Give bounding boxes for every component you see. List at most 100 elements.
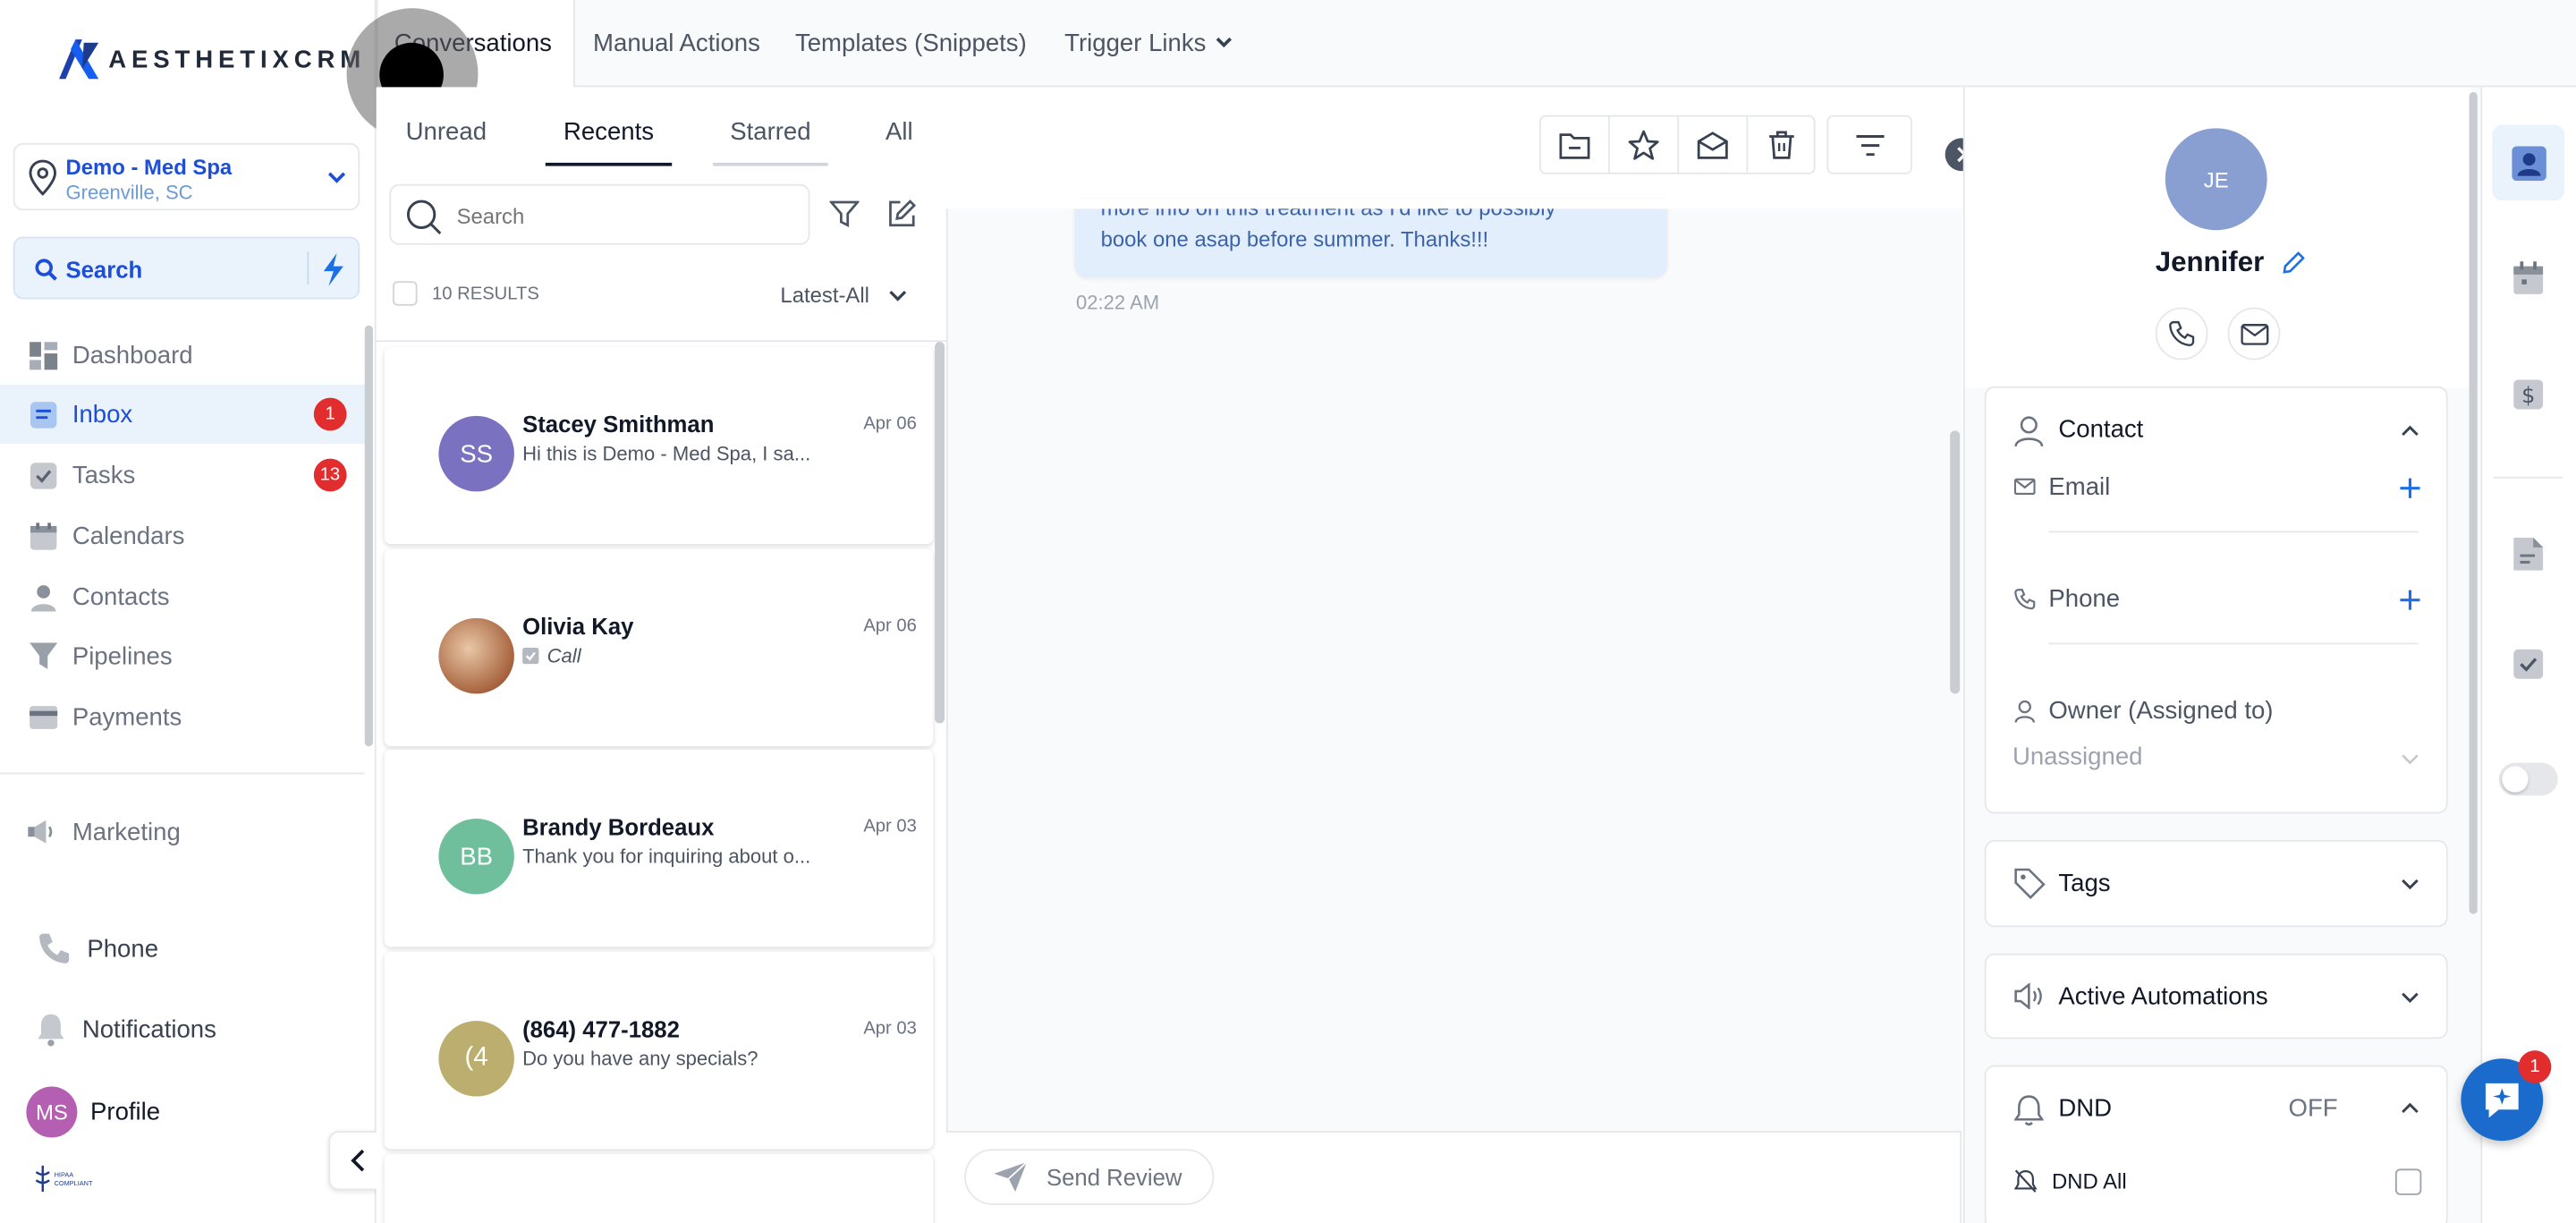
sidebar-item-payments[interactable]: Payments — [0, 687, 365, 746]
filter-options-button[interactable] — [1826, 115, 1912, 174]
search-icon — [406, 200, 442, 234]
sidebar-item-contacts[interactable]: Contacts — [0, 567, 365, 626]
user-card-icon — [2511, 145, 2546, 181]
email-field-underline[interactable] — [2048, 531, 2419, 533]
call-button[interactable] — [2155, 307, 2208, 361]
conversation-search[interactable] — [389, 183, 810, 245]
sidebar-item-label: Calendars — [72, 522, 185, 550]
message-date: Apr 06 — [863, 616, 917, 637]
sidebar-item-marketing[interactable]: Marketing — [0, 803, 365, 862]
tab-manual-actions[interactable]: Manual Actions — [593, 0, 760, 86]
chevron-up-icon[interactable] — [2400, 1101, 2419, 1115]
chevron-down-icon — [2402, 992, 2419, 1004]
tab-label: Templates (Snippets) — [794, 29, 1027, 57]
filter-icon[interactable] — [829, 199, 860, 228]
brand-logo[interactable]: AESTHETIXCRM — [55, 36, 366, 81]
divider — [376, 340, 946, 343]
sidebar-item-pipelines[interactable]: Pipelines — [0, 626, 365, 685]
search-input[interactable] — [456, 199, 785, 233]
sort-dropdown[interactable]: Latest-All — [780, 283, 907, 308]
call-icon — [522, 647, 539, 665]
message-preview: Thank you for inquiring about o... — [522, 845, 811, 869]
filter-recents[interactable]: Recents — [545, 118, 673, 166]
profile-nav[interactable]: MS Profile — [26, 1086, 160, 1138]
move-to-folder-button[interactable] — [1541, 116, 1610, 173]
appointments-tab[interactable] — [2492, 242, 2564, 314]
sort-lines-icon — [1855, 134, 1884, 156]
sidebar-item-tasks[interactable]: Tasks 13 — [0, 446, 365, 505]
chevron-down-icon — [2402, 754, 2419, 765]
plus-icon[interactable] — [2399, 589, 2422, 612]
mail-icon — [2013, 478, 2036, 496]
automations-section[interactable]: Active Automations — [1984, 953, 2448, 1040]
contact-name: Brandy Bordeaux — [522, 813, 715, 840]
sidebar-item-label: Marketing — [72, 818, 181, 846]
phone-label: Phone — [2048, 585, 2121, 614]
lightning-icon[interactable] — [320, 251, 346, 287]
sidebar-item-label: Tasks — [72, 461, 136, 489]
send-icon — [994, 1161, 1028, 1193]
phone-field-underline[interactable] — [2048, 642, 2419, 645]
compose-icon[interactable] — [887, 199, 917, 228]
thread-actions — [1538, 115, 1816, 174]
sidebar-search-label: Search — [65, 256, 143, 284]
star-button[interactable] — [1610, 116, 1680, 173]
send-review-button[interactable]: Send Review — [964, 1149, 1215, 1205]
select-all-checkbox[interactable] — [392, 281, 418, 306]
owner-label: Owner (Assigned to) — [2048, 697, 2274, 726]
list-scrollbar[interactable] — [935, 342, 945, 724]
tab-templates[interactable]: Templates (Snippets) — [795, 0, 1027, 86]
contact-name: Stacey Smithman — [522, 411, 715, 437]
contact-scrollbar[interactable] — [2469, 91, 2478, 914]
contact-details-tab[interactable] — [2492, 124, 2565, 201]
sidebar-item-inbox[interactable]: Inbox 1 — [0, 384, 365, 445]
avatar: MS — [26, 1086, 78, 1138]
plus-icon[interactable] — [2399, 477, 2422, 500]
email-button[interactable] — [2227, 307, 2281, 361]
pencil-icon[interactable] — [2282, 251, 2305, 275]
phone-label: Phone — [87, 934, 159, 963]
conversation-item[interactable]: Olivia Kay Apr 06 Call — [384, 548, 934, 747]
tags-section[interactable]: Tags — [1984, 839, 2448, 928]
mark-unread-button[interactable] — [1679, 116, 1749, 173]
tab-label: Manual Actions — [593, 29, 760, 57]
message-line: book one asap before summer. Thanks!!! — [1100, 226, 1489, 252]
filter-unread[interactable]: Unread — [406, 118, 487, 146]
delete-button[interactable] — [1748, 116, 1813, 172]
sidebar-item-calendars[interactable]: Calendars — [0, 506, 365, 565]
conversation-item[interactable] — [384, 1153, 934, 1223]
sidebar-item-dashboard[interactable]: Dashboard — [0, 326, 365, 385]
thread-scrollbar[interactable] — [1950, 430, 1961, 694]
results-count: 10 RESULTS — [432, 284, 539, 304]
checkbox-icon — [28, 460, 57, 489]
avatar-photo — [438, 617, 514, 694]
phone-icon — [2169, 320, 2195, 347]
dnd-all-label: DND All — [2052, 1168, 2127, 1193]
owner-select[interactable]: Unassigned — [2012, 743, 2423, 779]
folder-icon — [1559, 132, 1590, 158]
sidebar-item-label: Dashboard — [72, 341, 193, 369]
user-icon — [2014, 700, 2035, 723]
notifications-nav[interactable]: Notifications — [36, 1011, 216, 1047]
notes-tab[interactable] — [2492, 518, 2564, 590]
conversation-item[interactable]: SS Stacey Smithman Apr 06 Hi this is Dem… — [384, 346, 934, 545]
sort-label: Latest-All — [780, 283, 869, 308]
tasks-tab[interactable] — [2492, 628, 2564, 701]
location-name: Demo - Med Spa — [65, 154, 233, 180]
filter-all[interactable]: All — [886, 118, 913, 146]
tab-trigger-links[interactable]: Trigger Links — [1064, 0, 1233, 86]
conversation-item[interactable]: (4 (864) 477-1882 Apr 03 Do you have any… — [384, 951, 934, 1150]
chevron-up-icon[interactable] — [2400, 424, 2419, 437]
payments-tab[interactable]: $ — [2492, 359, 2564, 431]
phone-nav[interactable]: Phone — [36, 930, 158, 966]
sidebar-scrollbar[interactable] — [364, 325, 373, 747]
toggle-switch[interactable] — [2498, 762, 2558, 796]
megaphone-icon — [28, 817, 57, 846]
conversation-item[interactable]: BB Brandy Bordeaux Apr 03 Thank you for … — [384, 749, 934, 947]
filter-starred[interactable]: Starred — [713, 118, 828, 166]
dnd-all-checkbox[interactable] — [2394, 1168, 2422, 1195]
sidebar-search[interactable]: Search — [13, 236, 360, 300]
contact-name: Olivia Kay — [522, 613, 634, 640]
location-selector[interactable]: Demo - Med Spa Greenville, SC — [13, 142, 360, 211]
avatar: (4 — [438, 1021, 514, 1097]
